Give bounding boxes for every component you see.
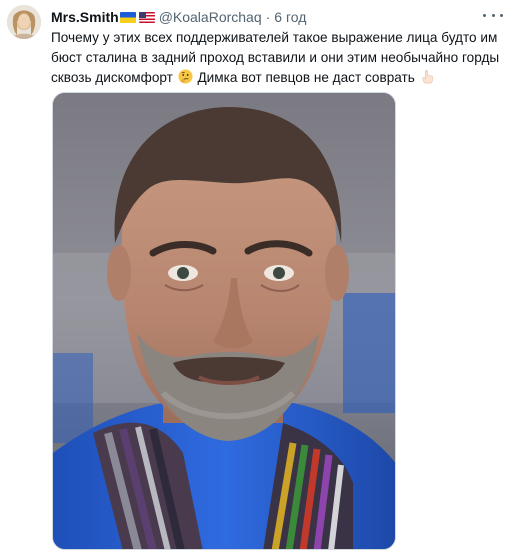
separator-dot: · <box>265 9 271 25</box>
timestamp[interactable]: 6 год <box>274 9 306 25</box>
more-options-icon[interactable] <box>483 9 503 21</box>
avatar[interactable] <box>7 5 41 39</box>
tweet-card[interactable]: Mrs.Smith @KoalaRorchaq · 6 год Почему у… <box>0 0 515 555</box>
tweet-text: Почему у этих всех поддерживателей такое… <box>51 28 506 90</box>
tweet-header: Mrs.Smith @KoalaRorchaq · 6 год <box>51 7 475 27</box>
usa-flag-icon <box>138 11 155 23</box>
author-name[interactable]: Mrs.Smith <box>51 9 119 25</box>
thinking-face-icon <box>178 69 193 90</box>
pointing-hand-icon <box>420 69 435 90</box>
author-handle[interactable]: @KoalaRorchaq <box>159 9 262 25</box>
flag-emojis <box>119 11 155 23</box>
tweet-text-part-2: Димка вот певцов не даст соврать <box>197 70 415 85</box>
tweet-photo[interactable] <box>52 92 396 550</box>
ukraine-flag-icon <box>119 11 136 23</box>
